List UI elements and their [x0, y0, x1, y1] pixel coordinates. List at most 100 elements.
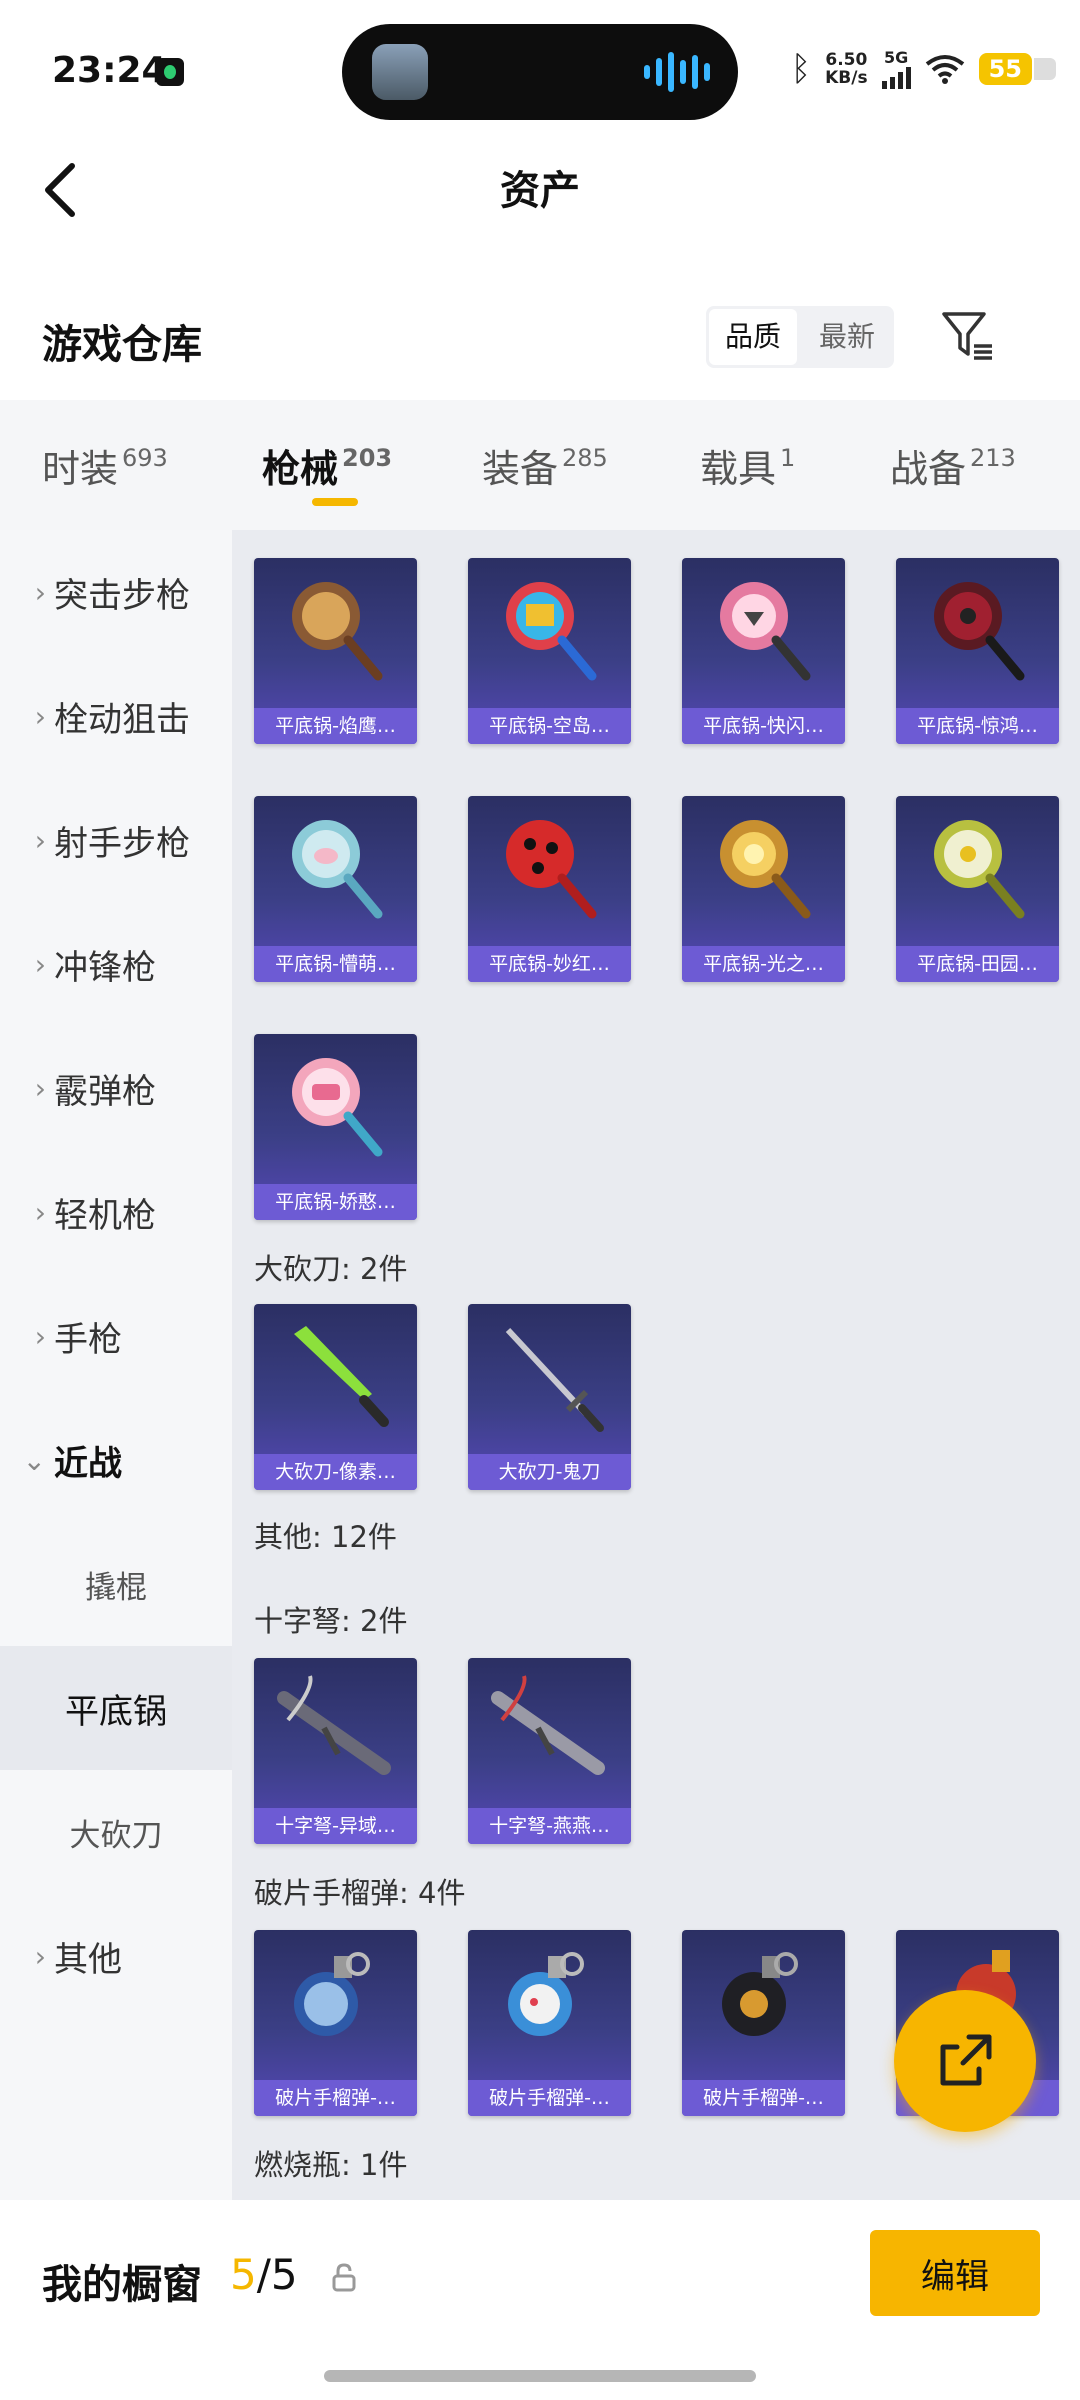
- grenade-icon: [508, 1952, 584, 2036]
- bluetooth-icon: ᛒ: [790, 48, 812, 89]
- sidebar-item-pistol[interactable]: › 手枪: [0, 1274, 232, 1398]
- item-card[interactable]: 平底锅-田园…: [896, 796, 1059, 982]
- crossbow-icon: [491, 1675, 605, 1775]
- item-grid: 平底锅-焰鹰… 平底锅-空岛… 平底锅-快闪… 平底锅-惊鸿… 平底锅-懵萌… …: [232, 530, 1080, 2200]
- showcase-count: 5/5: [230, 2250, 298, 2299]
- sidebar-item-other[interactable]: › 其他: [0, 1894, 232, 2018]
- media-thumbnail: [372, 44, 428, 100]
- item-card[interactable]: 十字弩-燕燕…: [468, 1658, 631, 1844]
- sidebar-item-label: 霰弹枪: [54, 1071, 156, 1112]
- tab-fashion[interactable]: 时装 693: [42, 438, 168, 493]
- item-name: 十字弩-异域…: [254, 1808, 417, 1844]
- frying-pan-icon: [934, 582, 1025, 681]
- item-name: 破片手榴弹-…: [682, 2080, 845, 2116]
- lock-icon[interactable]: [330, 2262, 358, 2292]
- sidebar-item-marksman-rifle[interactable]: › 射手步枪: [0, 778, 232, 902]
- home-indicator[interactable]: [324, 2370, 756, 2382]
- group-label-other: 其他: 12件: [254, 1520, 397, 1554]
- item-card[interactable]: 平底锅-快闪…: [682, 558, 845, 744]
- item-card[interactable]: 平底锅-娇憨…: [254, 1034, 417, 1220]
- filter-icon[interactable]: [940, 308, 996, 364]
- sidebar-item-melee[interactable]: ⌄ 近战: [0, 1398, 232, 1522]
- item-card[interactable]: 平底锅-懵萌…: [254, 796, 417, 982]
- audio-wave-icon: [644, 52, 710, 92]
- tab-vehicles[interactable]: 载具 1: [700, 438, 795, 493]
- sidebar-subitem-pan[interactable]: 平底锅: [0, 1646, 232, 1770]
- frying-pan-icon: [720, 582, 811, 681]
- sidebar-item-label: 冲锋枪: [54, 947, 156, 988]
- tab-count: 693: [122, 444, 168, 472]
- section-header: 游戏仓库 品质 最新: [0, 280, 1080, 400]
- frying-pan-icon: [292, 1058, 383, 1157]
- sort-option-quality[interactable]: 品质: [709, 309, 797, 365]
- tab-equipment[interactable]: 装备 285: [482, 438, 608, 493]
- item-name: 平底锅-空岛…: [468, 708, 631, 744]
- item-card[interactable]: 大砍刀-像素…: [254, 1304, 417, 1490]
- item-name: 平底锅-焰鹰…: [254, 708, 417, 744]
- tab-tactical[interactable]: 战备 213: [890, 438, 1016, 493]
- sidebar-subitem-machete[interactable]: 大砍刀: [0, 1770, 232, 1894]
- item-card[interactable]: 平底锅-惊鸿…: [896, 558, 1059, 744]
- tab-count: 285: [562, 444, 608, 472]
- active-tab-indicator: [312, 498, 358, 506]
- item-card[interactable]: 平底锅-空岛…: [468, 558, 631, 744]
- sidebar-item-label: 其他: [54, 1939, 122, 1980]
- sort-option-newest[interactable]: 最新: [803, 309, 891, 365]
- item-name: 平底锅-懵萌…: [254, 946, 417, 982]
- sidebar-subitem-crowbar[interactable]: 撬棍: [0, 1522, 232, 1646]
- item-card[interactable]: 破片手榴弹-…: [254, 1930, 417, 2116]
- grenade-icon: [722, 1952, 798, 2036]
- share-arrow-icon: [940, 2034, 992, 2086]
- tab-count: 1: [780, 444, 796, 472]
- status-bar: 23:24 ᛒ 6.50 KB/s 5G 55: [0, 0, 1080, 130]
- network-type: 5G: [883, 48, 909, 67]
- tab-label: 战备: [890, 447, 967, 491]
- tab-count: 213: [970, 444, 1016, 472]
- sidebar-item-lmg[interactable]: › 轻机枪: [0, 1150, 232, 1274]
- item-name: 平底锅-娇憨…: [254, 1184, 417, 1220]
- item-card[interactable]: 十字弩-异域…: [254, 1658, 417, 1844]
- wifi-icon: [925, 54, 964, 84]
- group-label-crossbow: 十字弩: 2件: [254, 1604, 408, 1638]
- battery-indicator: 55: [978, 52, 1057, 85]
- section-title: 游戏仓库: [42, 322, 202, 368]
- page-title: 资产: [500, 168, 580, 214]
- tab-label: 载具: [700, 447, 777, 491]
- item-card[interactable]: 平底锅-妙红…: [468, 796, 631, 982]
- chevron-right-icon: ›: [34, 947, 46, 981]
- sidebar-item-label: 近战: [54, 1443, 122, 1484]
- tab-firearms[interactable]: 枪械 203: [262, 438, 392, 493]
- dynamic-island[interactable]: [342, 24, 738, 120]
- sidebar-item-label: 栓动狙击: [54, 699, 190, 740]
- tab-label: 枪械: [262, 447, 339, 491]
- frying-pan-icon: [934, 820, 1025, 919]
- nav-bar: 资产: [0, 130, 1080, 240]
- chevron-right-icon: ›: [34, 1195, 46, 1229]
- item-card[interactable]: 大砍刀-鬼刀: [468, 1304, 631, 1490]
- item-name: 破片手榴弹-…: [254, 2080, 417, 2116]
- item-card[interactable]: 破片手榴弹-…: [468, 1930, 631, 2116]
- item-card[interactable]: 平底锅-光之…: [682, 796, 845, 982]
- share-fab[interactable]: [894, 1990, 1036, 2132]
- sidebar-item-bolt-sniper[interactable]: › 栓动狙击: [0, 654, 232, 778]
- network-speed: 6.50 KB/s: [825, 51, 867, 87]
- category-tabs: 时装 693 枪械 203 装备 285 载具 1 战备 213: [0, 400, 1080, 530]
- chevron-right-icon: ›: [34, 1939, 46, 1973]
- item-card[interactable]: 破片手榴弹-…: [682, 1930, 845, 2116]
- showcase-bar: 我的橱窗 5/5 编辑: [0, 2200, 1080, 2400]
- sidebar-item-shotgun[interactable]: › 霰弹枪: [0, 1026, 232, 1150]
- tab-label: 装备: [482, 447, 559, 491]
- group-label-grenade: 破片手榴弹: 4件: [254, 1876, 466, 1910]
- item-card[interactable]: 平底锅-焰鹰…: [254, 558, 417, 744]
- showcase-total: /5: [256, 2250, 298, 2299]
- frying-pan-icon: [292, 582, 383, 681]
- sidebar-item-smg[interactable]: › 冲锋枪: [0, 902, 232, 1026]
- status-time: 23:24: [52, 50, 167, 91]
- weapon-category-sidebar: › 突击步枪 › 栓动狙击 › 射手步枪 › 冲锋枪 › 霰弹枪 › 轻机枪 › 手枪 ⌄ 近战…: [0, 530, 232, 2200]
- sidebar-item-label: 突击步枪: [54, 575, 190, 616]
- frying-pan-icon: [506, 582, 597, 681]
- sidebar-item-label: 轻机枪: [54, 1195, 156, 1236]
- edit-button[interactable]: 编辑: [870, 2230, 1040, 2316]
- sidebar-item-assault-rifle[interactable]: › 突击步枪: [0, 530, 232, 654]
- item-name: 平底锅-田园…: [896, 946, 1059, 982]
